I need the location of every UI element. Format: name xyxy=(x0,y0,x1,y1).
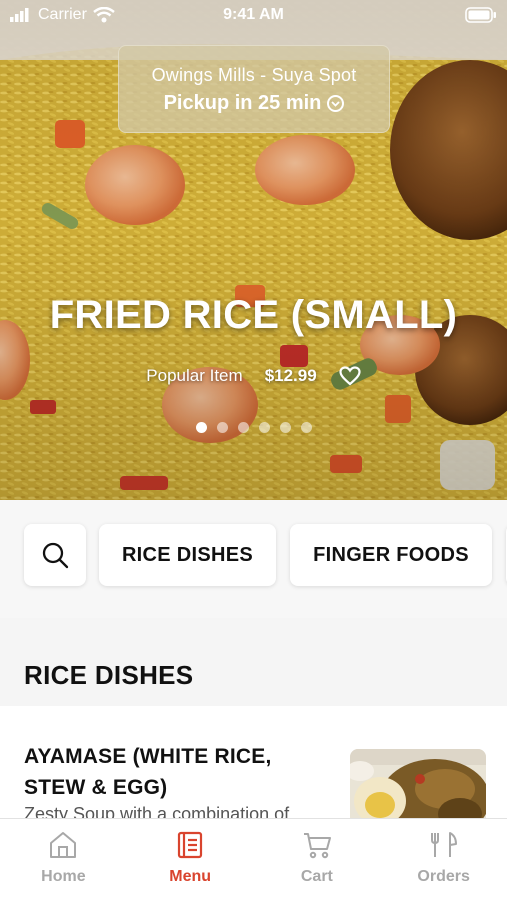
category-finger-foods[interactable]: FINGER FOODS xyxy=(290,524,492,586)
section-title: RICE DISHES xyxy=(24,660,194,690)
search-button[interactable] xyxy=(24,524,86,586)
carousel-dot[interactable] xyxy=(300,422,312,433)
carousel-dot[interactable] xyxy=(195,422,207,433)
category-rice-dishes[interactable]: RICE DISHES xyxy=(99,524,276,586)
bottom-tab-bar: Home Menu Cart Orders xyxy=(0,818,507,900)
carousel-dot[interactable] xyxy=(258,422,270,433)
carousel-pagination[interactable] xyxy=(0,422,507,433)
tab-label-orders: Orders xyxy=(417,868,470,885)
carousel-dot[interactable] xyxy=(216,422,228,433)
menu-item-card[interactable]: AYAMASE (WHITE RICE, STEW & EGG) Zesty S… xyxy=(0,706,507,820)
menu-icon xyxy=(178,831,203,859)
tab-label-home: Home xyxy=(41,868,86,885)
tab-menu[interactable]: Menu xyxy=(127,819,254,900)
tab-orders[interactable]: Orders xyxy=(380,819,507,900)
cart-icon xyxy=(303,833,331,859)
home-icon xyxy=(50,832,77,858)
pickup-location-selector[interactable]: Owings Mills - Suya Spot Pickup in 25 mi… xyxy=(118,45,390,133)
status-bar: Carrier 9:41 AM xyxy=(0,0,507,30)
carousel-dot[interactable] xyxy=(237,422,249,433)
battery-icon xyxy=(465,7,497,28)
hero-banner[interactable]: Carrier 9:41 AM Owings Mills - Suya Spot… xyxy=(0,0,507,500)
status-time: 9:41 AM xyxy=(223,6,284,23)
search-icon xyxy=(42,542,69,569)
chevron-down-icon xyxy=(327,95,345,112)
category-bar[interactable]: RICE DISHES FINGER FOODS xyxy=(0,500,507,618)
menu-item-name: AYAMASE (WHITE RICE, STEW & EGG) xyxy=(24,745,272,799)
pickup-time-row: Pickup in 25 min xyxy=(119,92,389,115)
tab-home[interactable]: Home xyxy=(0,819,127,900)
tab-label-cart: Cart xyxy=(300,868,333,885)
popular-badge: Popular Item xyxy=(146,366,243,385)
orders-icon xyxy=(430,832,457,857)
carousel-dot[interactable] xyxy=(279,422,291,433)
pickup-time-label: Pickup in 25 min xyxy=(163,92,322,114)
tab-label-menu: Menu xyxy=(169,868,212,885)
store-name: Owings Mills - Suya Spot xyxy=(151,65,357,85)
featured-item-price: $12.99 xyxy=(264,366,317,385)
menu-item-photo xyxy=(350,749,486,820)
featured-item-meta: Popular Item $12.99 xyxy=(0,366,507,386)
tab-cart[interactable]: Cart xyxy=(254,819,381,900)
featured-item-title: FRIED RICE (SMALL) xyxy=(49,293,458,337)
heart-icon[interactable] xyxy=(339,366,361,386)
